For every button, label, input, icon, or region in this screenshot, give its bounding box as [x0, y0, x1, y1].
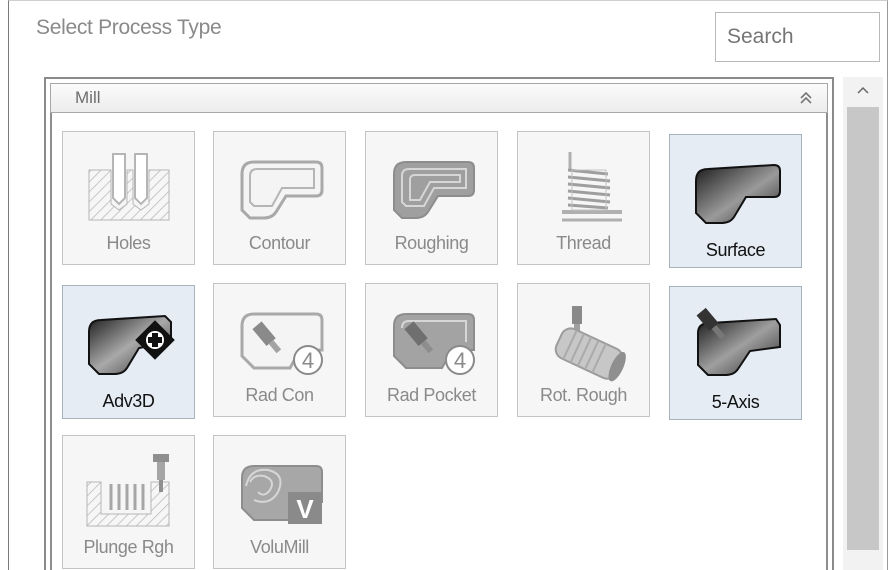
tile-rad-pocket[interactable]: 4 Rad Pocket — [365, 283, 498, 417]
vertical-scrollbar[interactable] — [843, 77, 883, 570]
holes-icon — [88, 153, 169, 221]
group-label: Mill — [75, 88, 101, 107]
plunge-rough-icon — [86, 454, 169, 527]
tile-rad-con[interactable]: 4 Rad Con — [213, 283, 346, 417]
svg-text:4: 4 — [301, 348, 313, 373]
tile-label: Roughing — [394, 233, 469, 253]
roughing-icon — [392, 161, 475, 219]
group-header-mill[interactable]: Mill — [50, 83, 828, 113]
search-input[interactable] — [715, 12, 880, 62]
tile-label: 5-Axis — [711, 392, 760, 412]
volumill-icon: V — [240, 465, 323, 524]
tile-thread[interactable]: Thread — [517, 131, 650, 265]
scroll-thumb[interactable] — [847, 107, 879, 550]
tile-label: Thread — [556, 233, 611, 253]
thread-icon — [561, 152, 622, 222]
tile-surface[interactable]: Surface — [669, 134, 802, 268]
svg-text:V: V — [296, 494, 314, 524]
tile-label: Holes — [106, 233, 151, 253]
five-axis-icon — [696, 307, 781, 376]
tile-contour[interactable]: Contour — [213, 131, 346, 265]
contour-icon — [240, 160, 323, 220]
tile-five-axis[interactable]: 5-Axis — [669, 286, 802, 420]
dialog-title: Select Process Type — [36, 16, 222, 39]
tile-label: Rad Con — [245, 385, 314, 405]
tile-label: Rot. Rough — [539, 385, 628, 405]
rad-pocket-icon: 4 — [392, 313, 475, 375]
tile-roughing[interactable]: Roughing — [365, 131, 498, 265]
tile-label: VoluMill — [250, 537, 309, 557]
tile-volumill[interactable]: V VoluMill — [213, 435, 346, 569]
tile-label: Plunge Rgh — [83, 537, 174, 557]
tile-holes[interactable]: Holes — [62, 131, 195, 265]
tile-rot-rough[interactable]: Rot. Rough — [517, 283, 650, 417]
tile-adv3d[interactable]: Adv3D — [62, 285, 195, 419]
surface-icon — [694, 163, 781, 224]
rot-rough-icon — [554, 306, 626, 382]
rad-con-icon: 4 — [240, 312, 323, 375]
tile-label: Surface — [705, 240, 766, 260]
tile-label: Rad Pocket — [386, 385, 477, 405]
adv3d-icon — [87, 314, 175, 375]
scroll-up-icon[interactable] — [843, 77, 883, 103]
tile-plunge-rough[interactable]: Plunge Rgh — [62, 435, 195, 569]
svg-text:4: 4 — [453, 348, 465, 373]
tile-label: Adv3D — [102, 391, 155, 411]
collapse-chevrons-icon[interactable] — [797, 89, 815, 107]
tile-label: Contour — [248, 233, 311, 253]
